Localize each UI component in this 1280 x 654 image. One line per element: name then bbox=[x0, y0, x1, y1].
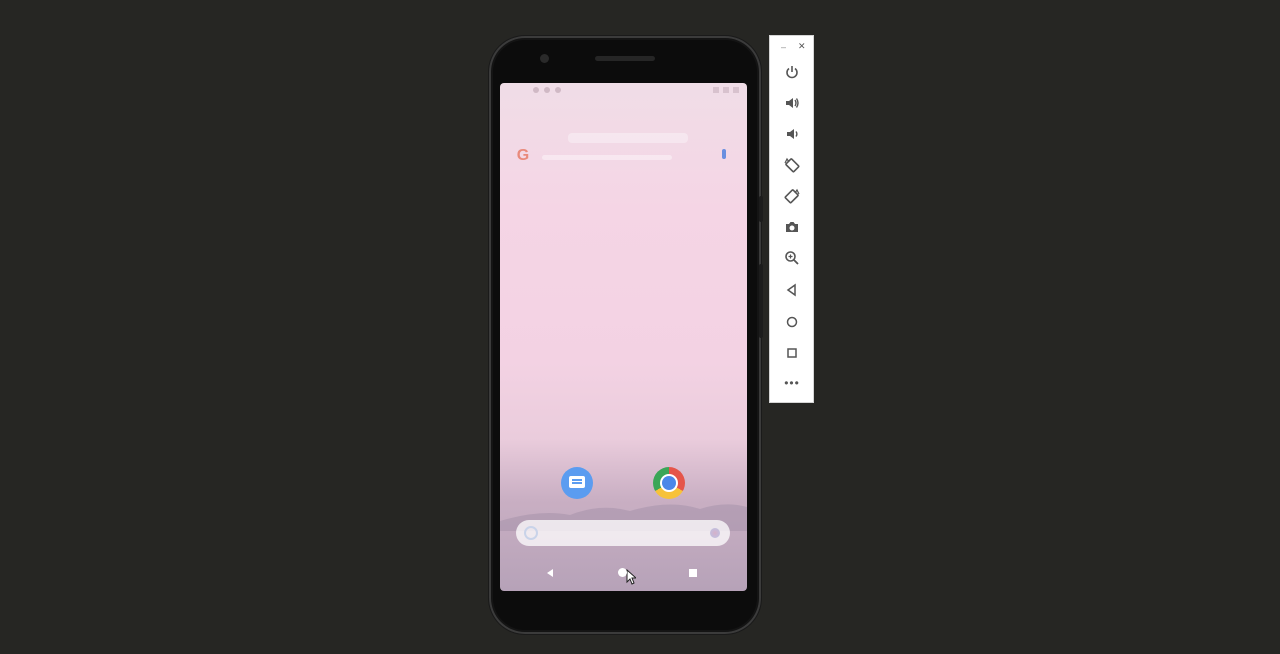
back-button[interactable] bbox=[782, 280, 802, 300]
screenshot-button[interactable] bbox=[782, 217, 802, 237]
mic-icon[interactable] bbox=[722, 149, 726, 159]
assistant-mic-icon[interactable] bbox=[710, 528, 720, 538]
system-status-icons bbox=[713, 87, 739, 93]
camera-icon bbox=[786, 222, 798, 232]
navigation-bar bbox=[500, 557, 747, 591]
signal-icon bbox=[723, 87, 729, 93]
chrome-app-icon[interactable] bbox=[653, 467, 685, 499]
power-button[interactable] bbox=[782, 62, 802, 82]
minimize-button[interactable]: – bbox=[781, 43, 786, 52]
front-camera bbox=[540, 54, 549, 63]
messages-app-icon[interactable] bbox=[561, 467, 593, 499]
settings-icon bbox=[533, 87, 539, 93]
overview-icon bbox=[787, 348, 797, 358]
nav-back-icon[interactable] bbox=[547, 569, 553, 577]
status-bar bbox=[500, 83, 747, 97]
bottom-search-bar[interactable] bbox=[516, 520, 730, 546]
nav-recents-icon[interactable] bbox=[689, 569, 697, 577]
battery-icon bbox=[733, 87, 739, 93]
earpiece-speaker bbox=[595, 56, 655, 61]
volume-up-icon bbox=[786, 98, 799, 108]
rotate-right-icon bbox=[784, 188, 800, 204]
volume-side-button bbox=[759, 264, 763, 338]
back-icon bbox=[786, 283, 796, 297]
nav-home-icon[interactable] bbox=[618, 568, 627, 577]
emulator-toolbar: – ✕ ••• bbox=[769, 35, 814, 403]
overview-button[interactable] bbox=[782, 343, 802, 363]
at-a-glance-widget[interactable] bbox=[568, 133, 688, 143]
volume-down-button[interactable] bbox=[782, 124, 802, 144]
rotate-left-button[interactable] bbox=[782, 155, 802, 175]
volume-down-icon bbox=[787, 129, 798, 139]
status-icon bbox=[555, 87, 561, 93]
power-side-button bbox=[759, 196, 763, 222]
power-icon bbox=[786, 66, 798, 79]
zoom-icon bbox=[785, 251, 799, 265]
sync-icon bbox=[544, 87, 550, 93]
message-bubble-icon bbox=[569, 476, 585, 488]
emulator-phone-frame: G bbox=[489, 36, 763, 634]
device-screen[interactable]: G bbox=[500, 83, 747, 591]
rotate-right-button[interactable] bbox=[782, 186, 802, 206]
volume-up-button[interactable] bbox=[782, 93, 802, 113]
home-button[interactable] bbox=[782, 312, 802, 332]
more-options-button[interactable]: ••• bbox=[784, 377, 800, 389]
notification-icons bbox=[533, 87, 561, 93]
rotate-left-icon bbox=[784, 157, 800, 173]
google-logo-icon: G bbox=[516, 147, 530, 164]
wifi-icon bbox=[713, 87, 719, 93]
search-hint bbox=[542, 155, 672, 160]
top-search-widget[interactable]: G bbox=[512, 145, 734, 171]
toolbar-window-controls: – ✕ bbox=[770, 40, 813, 54]
zoom-button[interactable] bbox=[782, 248, 802, 268]
close-button[interactable]: ✕ bbox=[798, 42, 806, 51]
google-g-icon bbox=[524, 526, 538, 540]
home-icon bbox=[786, 316, 798, 328]
